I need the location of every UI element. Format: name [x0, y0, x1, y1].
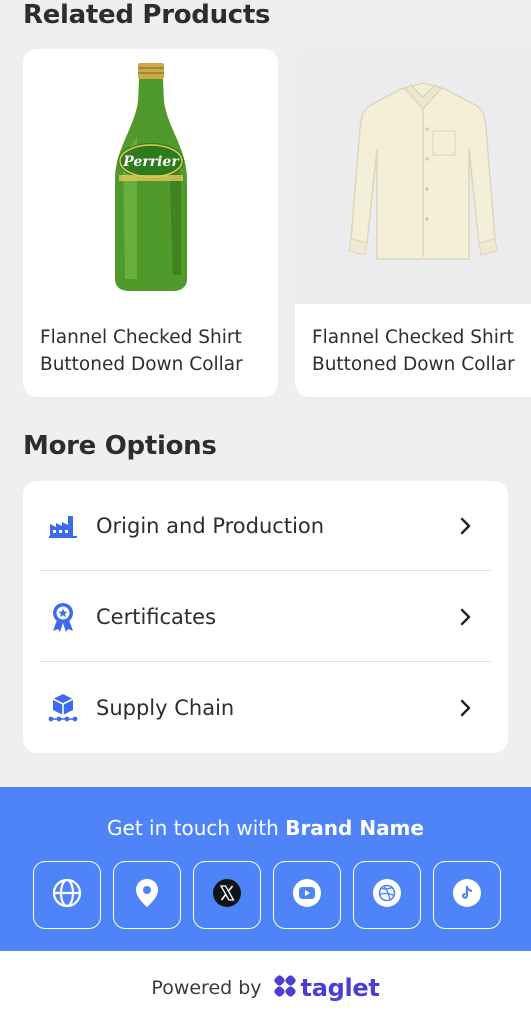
- related-products-carousel[interactable]: Perrier Flannel Checked Shirt Buttoned D…: [23, 49, 531, 397]
- factory-icon: [48, 511, 78, 541]
- youtube-icon: [292, 878, 322, 912]
- tiktok-button[interactable]: [433, 861, 501, 929]
- taglet-wordmark: taglet: [300, 973, 380, 1002]
- more-options-title: More Options: [23, 431, 217, 461]
- chevron-right-icon: [453, 605, 477, 629]
- powered-by-text: Powered by: [151, 976, 262, 999]
- chevron-right-icon: [453, 696, 477, 720]
- x-button[interactable]: [193, 861, 261, 929]
- social-links: [33, 861, 501, 929]
- product-image-bottle: Perrier: [23, 49, 278, 304]
- option-certificates[interactable]: Certificates: [40, 572, 491, 662]
- product-name: Flannel Checked Shirt Buttoned Down Coll…: [40, 327, 243, 375]
- option-label: Certificates: [96, 604, 217, 629]
- bottle-label: Perrier: [122, 154, 180, 170]
- contact-prefix: Get in touch with: [107, 816, 279, 840]
- dribbble-button[interactable]: [353, 861, 421, 929]
- contact-heading: Get in touch with Brand Name: [0, 816, 531, 840]
- contact-footer: Get in touch with Brand Name: [0, 787, 531, 951]
- powered-by-bar: Powered by taglet: [0, 951, 531, 1024]
- related-products-title: Related Products: [23, 0, 271, 30]
- award-icon: [48, 602, 78, 632]
- option-label: Supply Chain: [96, 696, 235, 720]
- youtube-button[interactable]: [273, 861, 341, 929]
- website-button[interactable]: [33, 861, 101, 929]
- option-label: Origin and Production: [96, 513, 325, 538]
- product-card[interactable]: Perrier Flannel Checked Shirt Buttoned D…: [23, 49, 278, 397]
- globe-icon: [52, 878, 82, 912]
- option-origin-and-production[interactable]: Origin and Production: [40, 481, 491, 571]
- product-image-shirt: [295, 49, 531, 304]
- location-icon: [134, 878, 160, 912]
- dribbble-icon: [372, 878, 402, 912]
- taglet-logo-icon: [273, 974, 296, 1001]
- more-options-list: Origin and Production Certificates Suppl…: [23, 481, 508, 753]
- option-supply-chain[interactable]: Supply Chain: [40, 663, 491, 753]
- brand-name: Brand Name: [285, 816, 424, 840]
- x-icon: [212, 878, 242, 912]
- location-button[interactable]: [113, 861, 181, 929]
- supply-chain-icon: [48, 693, 78, 723]
- tiktok-icon: [452, 878, 482, 912]
- chevron-right-icon: [453, 514, 477, 538]
- product-name: Flannel Checked Shirt Buttoned Down Coll…: [312, 327, 515, 375]
- taglet-logo[interactable]: taglet: [273, 973, 380, 1002]
- product-card[interactable]: Flannel Checked Shirt Buttoned Down Coll…: [295, 49, 531, 397]
